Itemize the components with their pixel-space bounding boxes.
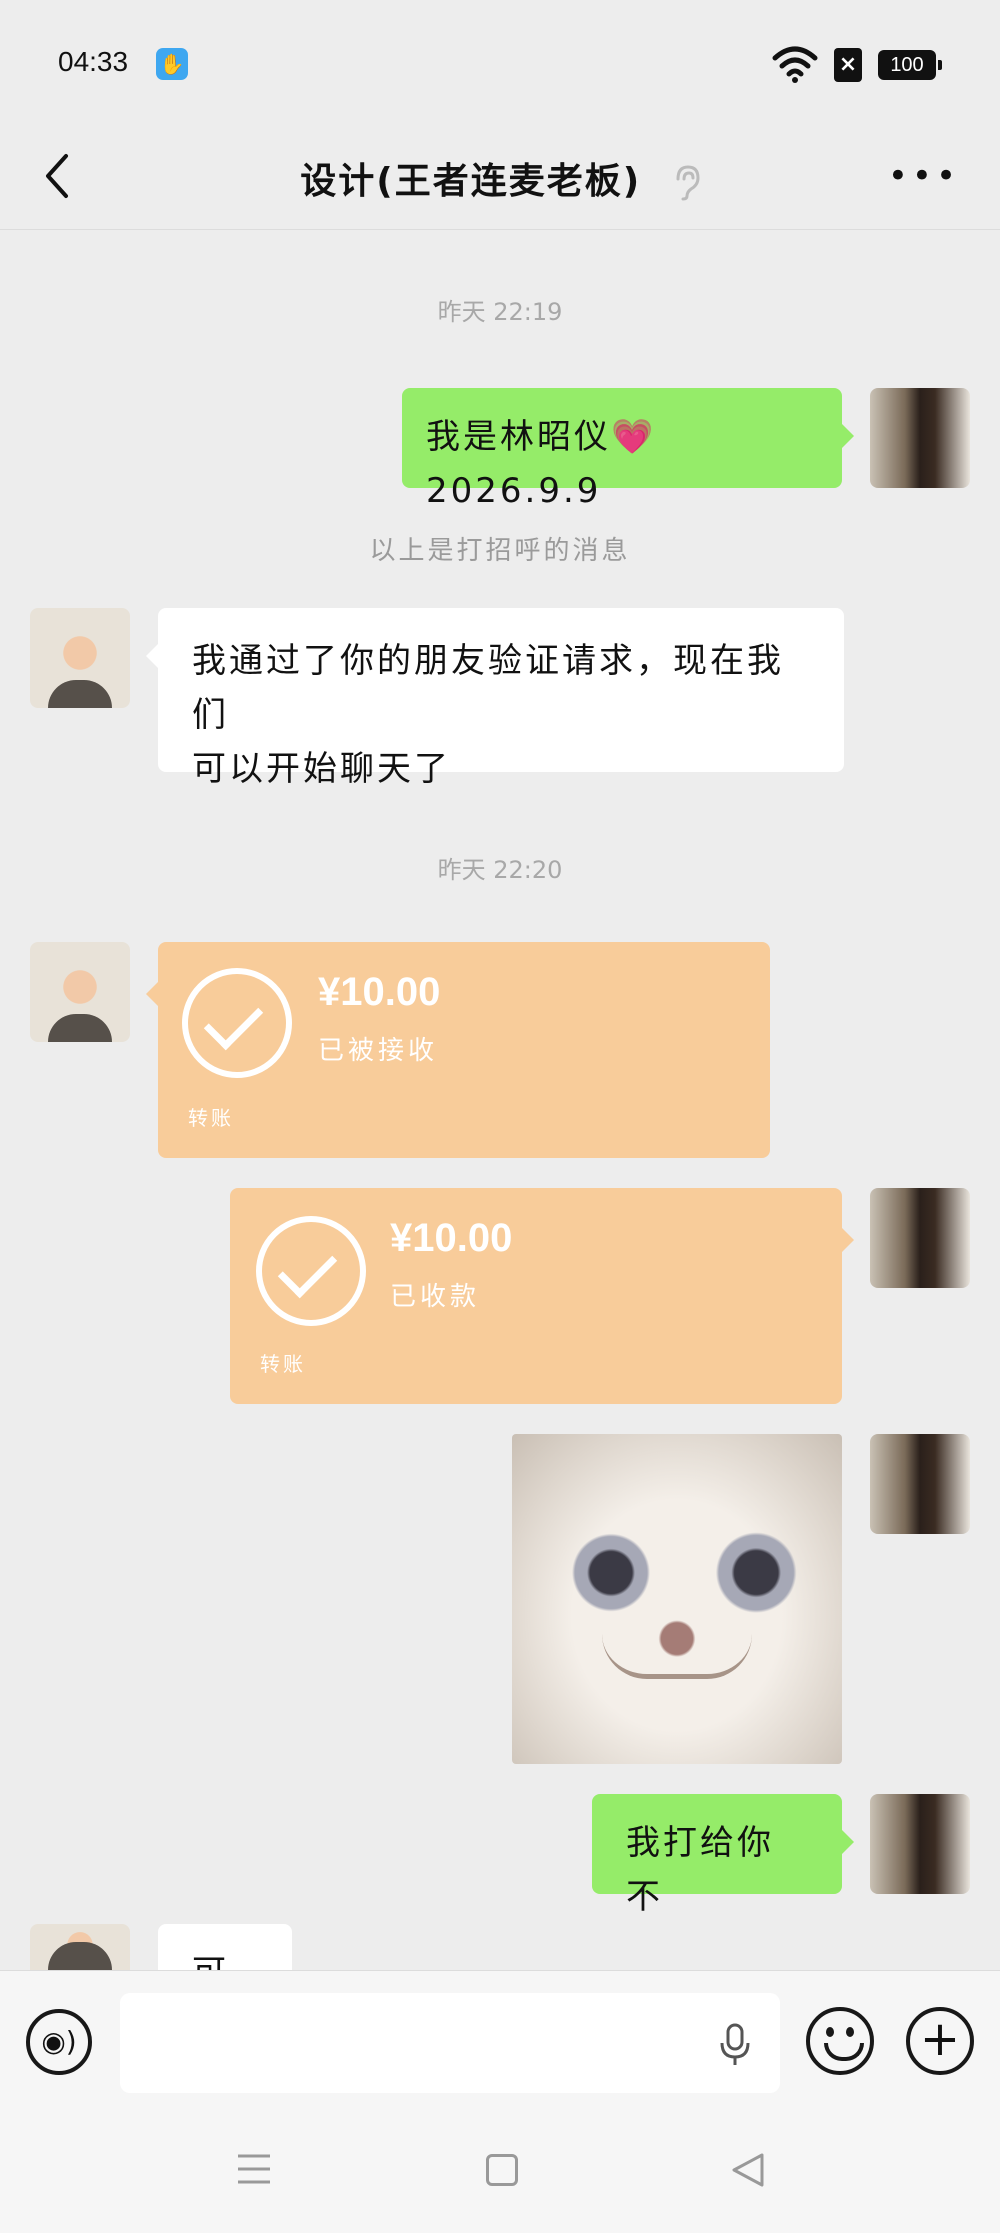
- more-options-icon[interactable]: •••: [888, 159, 960, 193]
- chat-header: 设计(王者连麦老板) •••: [0, 120, 1000, 230]
- message-text: 我打给你不: [626, 1823, 774, 1917]
- checkmark-icon: [256, 1216, 366, 1326]
- my-avatar[interactable]: [870, 1794, 970, 1894]
- transfer-amount: ¥10.00: [318, 970, 441, 1014]
- message-text-line: 可以开始聊天了: [192, 749, 451, 789]
- microphone-icon[interactable]: [718, 2023, 752, 2067]
- system-navigation-bar: [0, 2100, 1000, 2233]
- transfer-label: 转账: [260, 1352, 306, 1376]
- status-bar: 04:33 ✋ × 100: [0, 0, 1000, 120]
- message-text-line: 我通过了你的朋友验证请求，现在我们: [192, 641, 784, 735]
- transfer-amount: ¥10.00: [390, 1216, 513, 1260]
- contact-avatar[interactable]: [30, 608, 130, 708]
- message-bubble-sent[interactable]: 我打给你不: [592, 1794, 854, 1917]
- status-time: 04:33: [58, 46, 129, 77]
- back-arrow-icon[interactable]: [38, 150, 78, 202]
- transfer-status: 已收款: [390, 1282, 481, 1312]
- contact-avatar[interactable]: [30, 942, 130, 1042]
- menu-icon[interactable]: [236, 2152, 272, 2186]
- emoji-icon[interactable]: [806, 2007, 874, 2075]
- checkmark-icon: [182, 968, 292, 1078]
- message-bubble-received[interactable]: 我通过了你的朋友验证请求，现在我们 可以开始聊天了: [146, 608, 844, 789]
- no-sim-icon: ×: [834, 48, 862, 82]
- system-message: 以上是打招呼的消息: [369, 536, 631, 566]
- chat-title-text: 设计(王者连麦老板): [300, 161, 642, 202]
- contact-avatar[interactable]: [30, 1924, 130, 1970]
- my-avatar[interactable]: [870, 388, 970, 488]
- timestamp: 昨天 22:20: [437, 856, 563, 884]
- message-bubble-received[interactable]: 可: [158, 1924, 292, 1970]
- ear-icon: [676, 165, 700, 201]
- timestamp: 昨天 22:19: [437, 298, 563, 326]
- input-bar: ◉) +: [0, 1970, 1000, 2100]
- back-triangle-icon[interactable]: [730, 2152, 766, 2188]
- message-input[interactable]: [120, 1993, 780, 2093]
- message-text: 可: [192, 1953, 229, 1970]
- transfer-card[interactable]: ¥10.00 已收款 转账: [230, 1188, 854, 1404]
- battery-indicator: 100: [878, 50, 942, 80]
- transfer-status: 已被接收: [318, 1036, 439, 1066]
- transfer-card[interactable]: ¥10.00 已被接收 转账: [146, 942, 770, 1158]
- app-notification-icon: ✋: [156, 48, 188, 80]
- cat-sticker-image[interactable]: [512, 1434, 842, 1764]
- chat-title: 设计(王者连麦老板): [200, 152, 800, 204]
- transfer-label: 转账: [188, 1106, 234, 1130]
- my-avatar[interactable]: [870, 1434, 970, 1534]
- message-bubble-sent[interactable]: 我是林昭仪💗2026.9.9: [402, 388, 854, 511]
- message-text: 我是林昭仪💗2026.9.9: [426, 417, 657, 511]
- plus-icon[interactable]: +: [906, 2007, 974, 2075]
- home-icon[interactable]: [486, 2154, 518, 2186]
- voice-input-icon[interactable]: ◉): [26, 2009, 92, 2075]
- wifi-icon: [772, 46, 818, 83]
- my-avatar[interactable]: [870, 1188, 970, 1288]
